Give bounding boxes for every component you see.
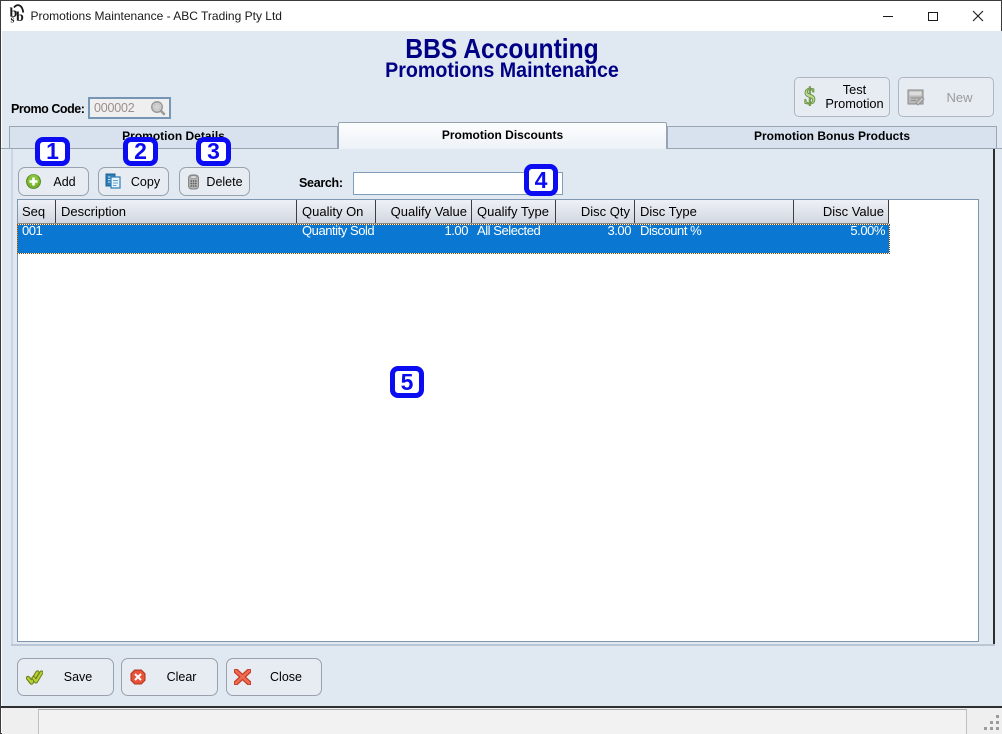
svg-text:s: s xyxy=(11,15,15,26)
svg-text:$: $ xyxy=(804,86,816,108)
svg-text:b: b xyxy=(16,10,24,25)
